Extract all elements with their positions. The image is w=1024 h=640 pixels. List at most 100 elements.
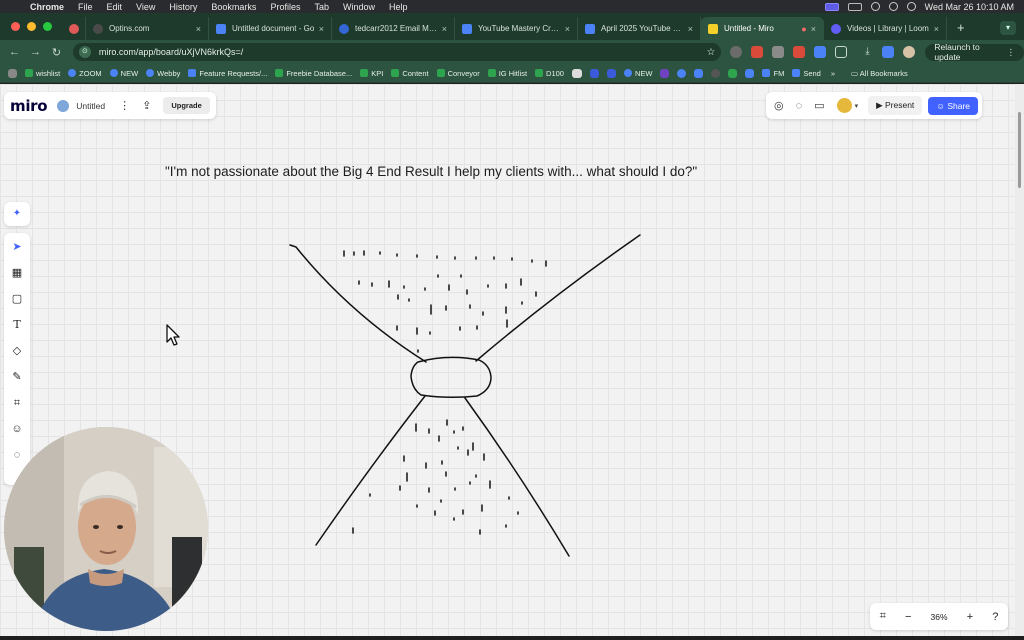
screen-record-icon[interactable] (824, 2, 839, 11)
battery-icon[interactable] (847, 2, 862, 11)
extensions-puzzle-icon[interactable] (835, 46, 848, 58)
bookmark-item[interactable]: wishlist (25, 69, 60, 78)
reactions-icon[interactable]: ◎ (774, 99, 784, 112)
close-tab-icon[interactable]: × (319, 24, 324, 34)
chevron-down-icon[interactable]: ▾ (855, 102, 859, 110)
vertical-scrollbar[interactable] (1015, 84, 1024, 636)
shapes-icon[interactable]: ◇ (4, 341, 30, 361)
bookmark-item[interactable]: D100 (535, 69, 564, 78)
relaunch-to-update-button[interactable]: Relaunch to update ⋮ (925, 42, 1024, 62)
upgrade-button[interactable]: Upgrade (163, 97, 210, 114)
all-bookmarks-button[interactable]: ▭ All Bookmarks (851, 69, 908, 78)
zoom-out-button[interactable]: − (905, 611, 911, 623)
close-tab-icon[interactable]: × (196, 24, 201, 34)
avatar[interactable] (836, 98, 852, 113)
back-button[interactable]: ← (4, 46, 25, 58)
select-tool-icon[interactable]: ➤ (4, 237, 30, 257)
more-options-icon[interactable]: ⋮ (119, 99, 130, 112)
menubar-datetime[interactable]: Wed Mar 26 10:10 AM (925, 2, 1014, 12)
zoom-in-button[interactable]: + (967, 611, 973, 623)
menu-profiles[interactable]: Profiles (270, 2, 300, 12)
close-tab-icon[interactable]: × (811, 24, 816, 34)
bookmark-item[interactable]: ZOOM (68, 69, 102, 78)
tab-april-youtube[interactable]: April 2025 YouTube Vid × (578, 17, 701, 40)
bookmark-item[interactable]: KPI (360, 69, 383, 78)
close-tab-icon[interactable]: × (565, 24, 570, 34)
reload-button[interactable]: ↻ (46, 46, 67, 59)
extension-icon[interactable] (751, 46, 764, 58)
side-panel-icon[interactable] (882, 46, 895, 58)
menu-help[interactable]: Help (389, 2, 408, 12)
export-upload-icon[interactable]: ⇪ (142, 99, 151, 112)
pen-icon[interactable]: ✎ (4, 367, 30, 387)
minimize-window-button[interactable] (27, 22, 36, 31)
bookmark-item[interactable]: Send (792, 69, 821, 78)
site-info-icon[interactable]: ⊙ (78, 46, 91, 58)
extension-icon[interactable] (772, 46, 785, 58)
bookmark-item[interactable]: NEW (109, 69, 138, 78)
loom-webcam-bubble[interactable] (4, 427, 208, 631)
templates-icon[interactable]: ▦ (4, 263, 30, 283)
bookmark-item[interactable]: Content (391, 69, 429, 78)
wifi-icon[interactable] (870, 2, 880, 11)
bookmark-favicon-icon[interactable] (571, 68, 582, 78)
control-center-icon[interactable] (906, 2, 916, 11)
bookmark-favicon-icon[interactable] (728, 68, 738, 78)
tab-email-marketing[interactable]: tedcarr2012 Email Mark × (332, 17, 455, 40)
close-tab-icon[interactable]: × (934, 24, 939, 34)
share-button[interactable]: ☺ Share (928, 96, 979, 115)
bookmark-favicon-icon[interactable] (660, 68, 670, 78)
help-icon[interactable]: ? (992, 611, 998, 623)
download-icon[interactable]: ⤓ (861, 46, 873, 58)
bookmark-item[interactable]: Freebie Database... (275, 69, 352, 78)
bookmark-favicon-icon[interactable] (606, 68, 616, 78)
menu-edit[interactable]: Edit (107, 2, 123, 12)
zoom-level[interactable]: 36% (931, 612, 948, 622)
profile-avatar-icon[interactable] (903, 46, 916, 58)
frame-icon[interactable]: ⌗ (4, 393, 30, 413)
menu-history[interactable]: History (169, 2, 197, 12)
ai-assist-icon[interactable]: ✦ (4, 202, 30, 226)
address-bar[interactable]: ⊙ miro.com/app/board/uXjVN6krkQs=/ ☆ (72, 43, 722, 61)
text-tool-icon[interactable]: T (4, 315, 30, 335)
miro-logo[interactable]: miro (10, 97, 48, 115)
apps-grid-icon[interactable] (8, 68, 17, 78)
extension-icon[interactable] (814, 46, 827, 58)
bookmark-item[interactable]: IG Hitlist (487, 69, 527, 78)
menu-tab[interactable]: Tab (314, 2, 329, 12)
tab-google-doc[interactable]: Untitled document - Go × (209, 17, 332, 40)
tab-optins[interactable]: Optins.com × (86, 17, 209, 40)
tab-loom[interactable]: Videos | Library | Loom × (824, 17, 947, 40)
search-icon[interactable] (888, 2, 898, 11)
zoom-window-button[interactable] (43, 22, 52, 31)
hand-drawn-hourglass[interactable] (280, 224, 660, 559)
scrollbar-thumb[interactable] (1018, 112, 1021, 188)
menu-window[interactable]: Window (343, 2, 375, 12)
bookmark-item[interactable]: Webby (146, 69, 180, 78)
tab-youtube-mastery[interactable]: YouTube Mastery Crash × (455, 17, 578, 40)
bookmark-favicon-icon[interactable] (694, 68, 704, 78)
extension-icon[interactable] (730, 46, 743, 58)
bookmark-favicon-icon[interactable] (745, 68, 755, 78)
new-tab-button[interactable]: + (957, 20, 965, 35)
emoji-icon[interactable]: ☺ (4, 419, 30, 439)
extension-icon[interactable] (793, 46, 806, 58)
bookmark-favicon-icon[interactable] (677, 68, 687, 78)
bookmark-item[interactable]: NEW (623, 69, 652, 78)
menu-bookmarks[interactable]: Bookmarks (211, 2, 256, 12)
close-tab-icon[interactable]: × (442, 24, 447, 34)
menu-file[interactable]: File (78, 2, 93, 12)
comments-icon[interactable]: ◌ (796, 100, 803, 112)
forward-button[interactable]: → (25, 46, 46, 58)
close-window-button[interactable] (11, 22, 20, 31)
bookmark-item[interactable]: FM (762, 69, 784, 78)
close-tab-icon[interactable]: × (688, 24, 693, 34)
present-button[interactable]: ▶ Present (868, 96, 923, 115)
tab-miro[interactable]: Untitled - Miro ● × (701, 17, 824, 40)
video-call-icon[interactable]: ▭ (814, 99, 824, 112)
comment-tool-icon[interactable]: ◌ (4, 445, 30, 465)
menu-view[interactable]: View (136, 2, 155, 12)
sticky-note-icon[interactable]: ▢ (4, 289, 30, 309)
menu-chrome[interactable]: Chrome (30, 2, 64, 12)
bookmark-star-icon[interactable]: ☆ (706, 47, 715, 58)
